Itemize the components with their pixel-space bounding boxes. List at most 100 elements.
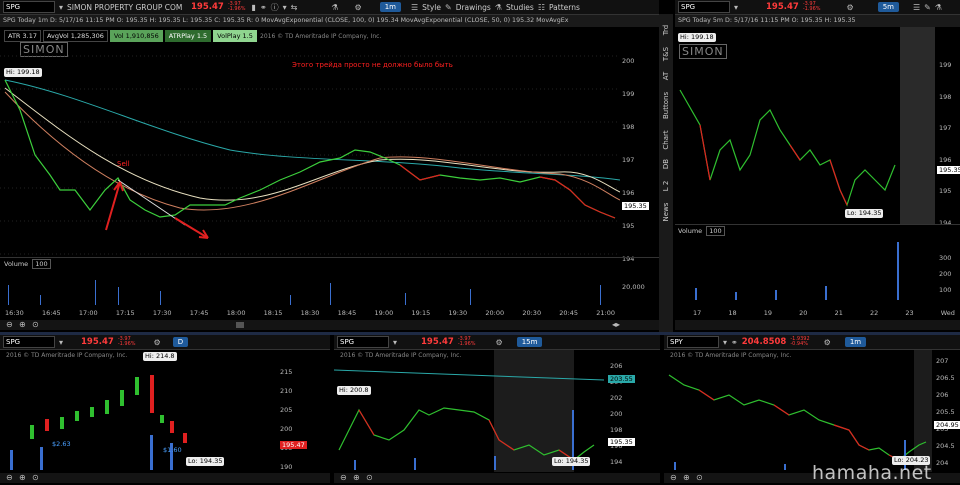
studies-icon[interactable]: ⚗: [495, 3, 502, 12]
chevron-down-icon[interactable]: ▾: [723, 338, 727, 347]
info-icon[interactable]: ⓘ: [271, 2, 279, 13]
expand-icon[interactable]: ◂▸: [612, 320, 620, 329]
tab-chart[interactable]: Chart: [662, 129, 670, 151]
tab-news[interactable]: News: [662, 201, 670, 223]
volume-tick: 100: [939, 286, 952, 294]
volume-bar: [735, 292, 737, 300]
drawings-icon[interactable]: ✎: [445, 3, 452, 12]
volume-label: Volume: [678, 227, 703, 235]
bar-chart-icon[interactable]: ▮: [252, 3, 256, 12]
timeframe-selector[interactable]: 15m: [516, 337, 543, 347]
tab-trd[interactable]: Trd: [662, 19, 670, 41]
style-icon[interactable]: ☰: [411, 3, 418, 12]
timeframe-selector[interactable]: 5m: [877, 2, 899, 12]
ema-line: [334, 369, 604, 381]
tab-level2[interactable]: L 2: [662, 175, 670, 197]
zoom-in-icon[interactable]: ⊕: [683, 473, 690, 482]
timeframe-selector[interactable]: D: [172, 337, 189, 347]
volume-bar: [160, 291, 161, 305]
price-tick: 200: [622, 57, 635, 65]
symbol-input[interactable]: SPY: [667, 336, 719, 348]
zoom-in-icon[interactable]: ⊕: [353, 473, 360, 482]
drawings-icon[interactable]: ✎: [924, 3, 931, 12]
zoom-fit-icon[interactable]: ⊙: [32, 473, 39, 482]
main-price-chart: [0, 55, 620, 255]
scrollbar-thumb[interactable]: [236, 322, 244, 328]
price-tick: 206: [610, 362, 623, 370]
time-tick: 19:30: [448, 309, 468, 317]
link-icon[interactable]: ⚭: [731, 338, 738, 347]
arrow-down-icon: [174, 217, 209, 239]
dropdown-icon[interactable]: ▾: [283, 3, 287, 12]
compare-icon[interactable]: ⇆: [291, 3, 298, 12]
zoom-out-icon[interactable]: ⊖: [670, 473, 677, 482]
time-tick: 18:45: [337, 309, 357, 317]
zoom-out-icon[interactable]: ⊖: [6, 320, 13, 329]
current-price-tag: 195.35: [622, 202, 649, 210]
chevron-down-icon[interactable]: ▾: [734, 3, 738, 12]
volume-bar-group: [8, 280, 601, 305]
chevron-down-icon[interactable]: ▾: [59, 338, 63, 347]
drawings-menu[interactable]: Drawings: [456, 3, 491, 12]
time-tick: 17:30: [152, 309, 172, 317]
chevron-down-icon[interactable]: ▾: [393, 338, 397, 347]
symbol-input[interactable]: SPG: [3, 1, 55, 13]
style-icon[interactable]: ☰: [913, 3, 920, 12]
style-menu[interactable]: Style: [422, 3, 441, 12]
gear-icon[interactable]: ⚙: [496, 338, 503, 347]
price-tick: 205: [280, 406, 293, 414]
company-name: SIMON PROPERTY GROUP COM: [67, 2, 183, 12]
tab-at[interactable]: AT: [662, 65, 670, 87]
last-price: 195.47: [191, 2, 224, 12]
zoom-in-icon[interactable]: ⊕: [19, 473, 26, 482]
down-candles: [45, 375, 187, 443]
tab-buttons[interactable]: Buttons: [662, 92, 670, 119]
chevron-down-icon[interactable]: ▾: [59, 3, 63, 12]
price-path-red: [399, 164, 616, 219]
price-path-red: [698, 389, 900, 461]
volume-bar: [897, 242, 899, 300]
price-tick: 198: [939, 92, 952, 101]
gear-icon[interactable]: ⚙: [847, 3, 854, 12]
symbol-input[interactable]: SPG: [3, 336, 55, 348]
link-icon[interactable]: ⚭: [260, 3, 267, 12]
patterns-icon[interactable]: ☷: [538, 3, 545, 12]
zoom-in-icon[interactable]: ⊕: [19, 320, 26, 329]
tab-db[interactable]: DB: [662, 153, 670, 175]
pct-change: -1.96%: [457, 341, 476, 347]
price-path: [679, 89, 896, 207]
studies-menu[interactable]: Studies: [506, 3, 534, 12]
gear-icon[interactable]: ⚙: [824, 338, 831, 347]
price-path: [668, 374, 927, 461]
flask-icon[interactable]: ⚗: [331, 3, 338, 12]
price-tick: 199: [939, 61, 952, 69]
time-tick: 18:00: [226, 309, 246, 317]
gear-icon[interactable]: ⚙: [154, 338, 161, 347]
topright-price-chart: [679, 89, 896, 207]
flask-icon[interactable]: ⚗: [935, 3, 942, 12]
timeframe-selector[interactable]: 1m: [844, 337, 867, 347]
zoom-fit-icon[interactable]: ⊙: [366, 473, 373, 482]
current-price-tag: 204.95: [934, 421, 960, 429]
gear-icon[interactable]: ⚙: [355, 3, 362, 12]
time-tick: 20:45: [559, 309, 579, 317]
daily-candles: [10, 375, 187, 470]
time-tick: 16:30: [5, 309, 24, 317]
price-axis: 207 206.5 206 205.5 205 204.5 204: [936, 353, 955, 472]
patterns-menu[interactable]: Patterns: [549, 3, 580, 12]
tab-time-and-sales[interactable]: T&S: [662, 43, 670, 65]
dividend-2: $1.60: [163, 446, 182, 454]
timeframe-selector[interactable]: 1m: [379, 2, 401, 12]
symbol-input[interactable]: SPG: [678, 1, 730, 13]
volume-value: 100: [706, 226, 725, 236]
price-axis: 215 210 205 200 195 190: [280, 363, 292, 477]
symbol-input[interactable]: SPG: [337, 336, 389, 348]
zoom-fit-icon[interactable]: ⊙: [696, 473, 703, 482]
pct-change: -1.96%: [227, 6, 246, 12]
volume-separator: [0, 257, 659, 258]
zoom-out-icon[interactable]: ⊖: [340, 473, 347, 482]
current-price-tag: 195.35: [608, 438, 635, 446]
up-candles: [30, 377, 164, 439]
zoom-out-icon[interactable]: ⊖: [6, 473, 13, 482]
zoom-fit-icon[interactable]: ⊙: [32, 320, 39, 329]
